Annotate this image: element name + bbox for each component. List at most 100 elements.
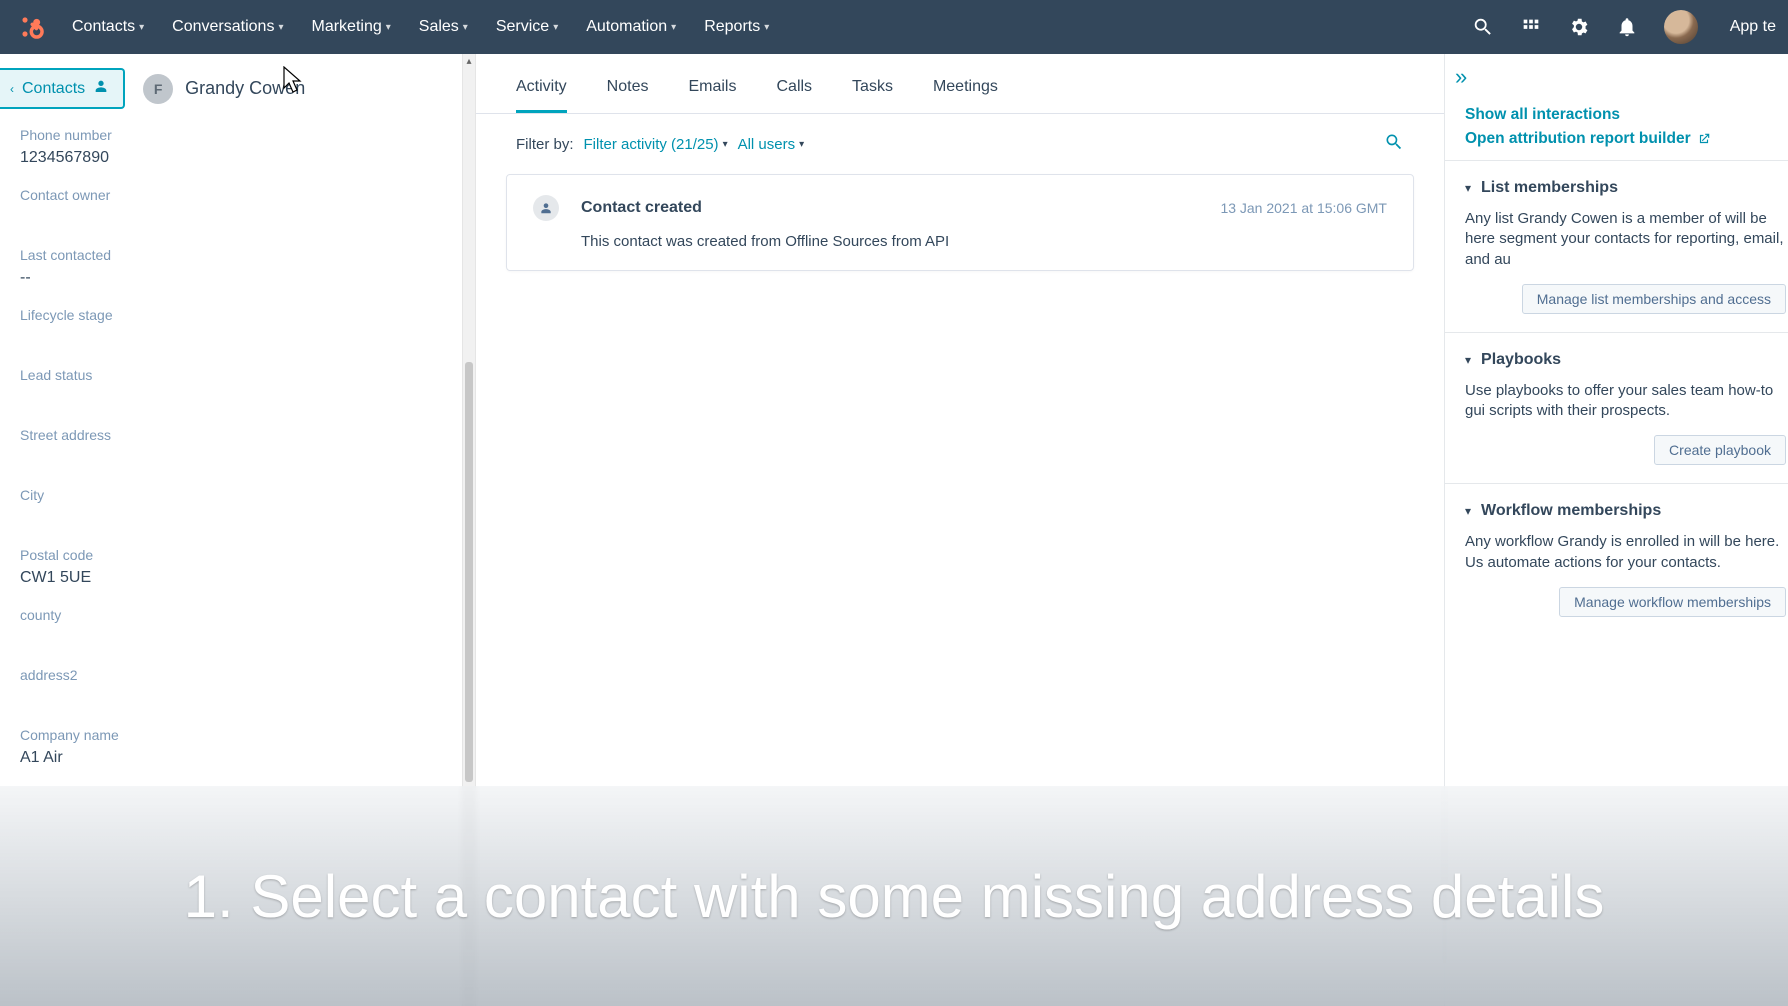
- prop-label: address2: [20, 667, 441, 683]
- search-icon[interactable]: [1472, 16, 1494, 38]
- create-playbook-button[interactable]: Create playbook: [1654, 435, 1786, 465]
- top-nav: Contacts▾ Conversations▾ Marketing▾ Sale…: [0, 0, 1788, 54]
- contact-name: Grandy Cowen: [185, 78, 305, 99]
- record-tabs: Activity Notes Emails Calls Tasks Meetin…: [476, 54, 1444, 114]
- section-toggle[interactable]: ▾ List memberships: [1465, 179, 1788, 197]
- tab-meetings[interactable]: Meetings: [933, 78, 998, 113]
- prop-value: [20, 449, 441, 469]
- section-toggle[interactable]: ▾ Playbooks: [1465, 351, 1788, 369]
- property-list: Phone number 1234567890 Contact owner La…: [0, 123, 461, 769]
- manage-lists-button[interactable]: Manage list memberships and access: [1522, 284, 1786, 314]
- prop-postal[interactable]: Postal code CW1 5UE: [20, 547, 441, 589]
- prop-label: Company name: [20, 727, 441, 743]
- prop-owner[interactable]: Contact owner: [20, 187, 441, 229]
- chevron-down-icon: ▾: [463, 22, 468, 33]
- nav-right: App te: [1472, 10, 1776, 44]
- prop-city[interactable]: City: [20, 487, 441, 529]
- person-icon: [533, 195, 559, 221]
- chevron-down-icon: ▾: [553, 22, 558, 33]
- external-link-icon: [1697, 132, 1711, 146]
- chevron-down-icon: ▾: [386, 22, 391, 33]
- filter-prefix: Filter by:: [516, 136, 574, 153]
- scroll-thumb[interactable]: [465, 362, 473, 782]
- nav-items: Contacts▾ Conversations▾ Marketing▾ Sale…: [72, 18, 769, 36]
- prop-lead-status[interactable]: Lead status: [20, 367, 441, 409]
- card-timestamp: 13 Jan 2021 at 15:06 GMT: [1220, 200, 1387, 216]
- attribution-report-link[interactable]: Open attribution report builder: [1465, 130, 1788, 148]
- section-desc: Any workflow Grandy is enrolled in will …: [1465, 532, 1788, 573]
- instruction-banner: 1. Select a contact with some missing ad…: [0, 786, 1788, 1006]
- nav-conversations[interactable]: Conversations▾: [172, 18, 283, 36]
- back-to-contacts-button[interactable]: ‹ Contacts: [0, 68, 125, 109]
- contact-avatar: F: [143, 74, 173, 104]
- timeline-card[interactable]: Contact created 13 Jan 2021 at 15:06 GMT…: [506, 174, 1414, 271]
- tab-activity[interactable]: Activity: [516, 78, 567, 113]
- prop-value: [20, 389, 441, 409]
- prop-value: [20, 509, 441, 529]
- tab-calls[interactable]: Calls: [776, 78, 812, 113]
- chevron-down-icon: ▾: [1465, 181, 1471, 195]
- prop-value: CW1 5UE: [20, 569, 441, 589]
- right-links: Show all interactions Open attribution r…: [1445, 100, 1788, 160]
- scroll-up-icon[interactable]: ▴: [463, 56, 475, 67]
- marketplace-icon[interactable]: [1520, 16, 1542, 38]
- expand-right-icon[interactable]: »: [1455, 64, 1467, 90]
- chevron-down-icon: ▾: [671, 22, 676, 33]
- prop-label: City: [20, 487, 441, 503]
- nav-contacts[interactable]: Contacts▾: [72, 18, 144, 36]
- section-toggle[interactable]: ▾ Workflow memberships: [1465, 502, 1788, 520]
- prop-lifecycle[interactable]: Lifecycle stage: [20, 307, 441, 349]
- chevron-down-icon: ▾: [723, 139, 728, 150]
- user-avatar[interactable]: [1664, 10, 1698, 44]
- prop-value: A1 Air: [20, 749, 441, 769]
- left-header: ‹ Contacts F Grandy Cowen: [0, 54, 461, 123]
- prop-address2[interactable]: address2: [20, 667, 441, 709]
- instruction-text: 1. Select a contact with some missing ad…: [184, 862, 1605, 931]
- nav-reports[interactable]: Reports▾: [704, 18, 769, 36]
- nav-marketing[interactable]: Marketing▾: [311, 18, 390, 36]
- chevron-down-icon: ▾: [1465, 504, 1471, 518]
- prop-label: Lead status: [20, 367, 441, 383]
- tab-tasks[interactable]: Tasks: [852, 78, 893, 113]
- prop-company[interactable]: Company name A1 Air: [20, 727, 441, 769]
- nav-automation[interactable]: Automation▾: [586, 18, 676, 36]
- nav-service[interactable]: Service▾: [496, 18, 558, 36]
- account-name[interactable]: App te: [1730, 18, 1776, 36]
- prop-value: [20, 689, 441, 709]
- back-label: Contacts: [22, 80, 85, 98]
- hubspot-logo[interactable]: [12, 7, 52, 47]
- prop-county[interactable]: county: [20, 607, 441, 649]
- contact-chip[interactable]: F Grandy Cowen: [143, 74, 305, 104]
- chevron-down-icon: ▾: [139, 22, 144, 33]
- prop-value: [20, 209, 441, 229]
- settings-icon[interactable]: [1568, 16, 1590, 38]
- filter-row: Filter by: Filter activity (21/25)▾ All …: [476, 114, 1444, 174]
- nav-sales[interactable]: Sales▾: [419, 18, 468, 36]
- section-title: List memberships: [1481, 179, 1618, 197]
- prop-label: county: [20, 607, 441, 623]
- section-list-memberships: ▾ List memberships Any list Grandy Cowen…: [1445, 160, 1788, 332]
- prop-label: Lifecycle stage: [20, 307, 441, 323]
- card-header: Contact created 13 Jan 2021 at 15:06 GMT: [533, 195, 1387, 221]
- prop-value: 1234567890: [20, 149, 441, 169]
- right-header: »: [1445, 54, 1788, 100]
- chevron-down-icon: ▾: [799, 139, 804, 150]
- notifications-icon[interactable]: [1616, 16, 1638, 38]
- chevron-left-icon: ‹: [10, 82, 14, 96]
- prop-phone[interactable]: Phone number 1234567890: [20, 127, 441, 169]
- timeline-search-icon[interactable]: [1384, 132, 1404, 156]
- prop-label: Street address: [20, 427, 441, 443]
- tab-emails[interactable]: Emails: [688, 78, 736, 113]
- chevron-down-icon: ▾: [1465, 353, 1471, 367]
- prop-street[interactable]: Street address: [20, 427, 441, 469]
- prop-label: Contact owner: [20, 187, 441, 203]
- filter-activity-dropdown[interactable]: Filter activity (21/25)▾: [584, 136, 728, 153]
- filter-users-dropdown[interactable]: All users▾: [738, 136, 805, 153]
- manage-workflows-button[interactable]: Manage workflow memberships: [1559, 587, 1786, 617]
- show-all-interactions-link[interactable]: Show all interactions: [1465, 106, 1788, 124]
- card-body: This contact was created from Offline So…: [581, 233, 1387, 250]
- prop-last-contacted[interactable]: Last contacted --: [20, 247, 441, 289]
- tab-notes[interactable]: Notes: [607, 78, 649, 113]
- main-area: ‹ Contacts F Grandy Cowen Phone number 1…: [0, 54, 1788, 1006]
- chevron-down-icon: ▾: [278, 22, 283, 33]
